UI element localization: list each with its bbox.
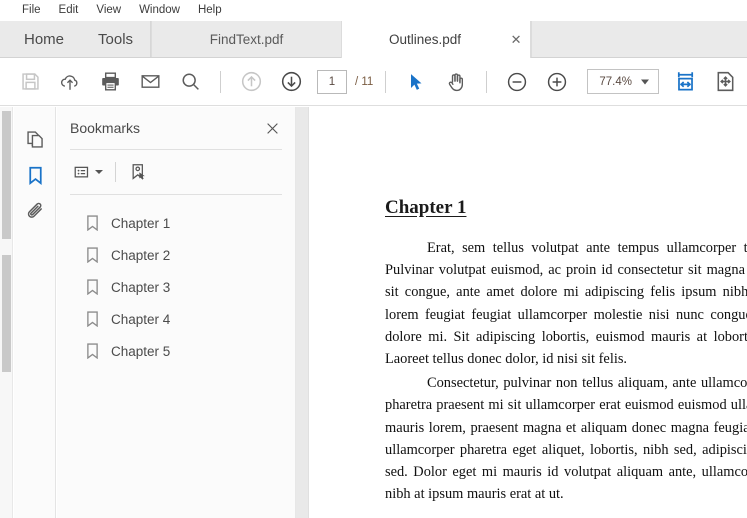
bookmarks-panel-toolbar: [57, 150, 295, 194]
bookmark-label: Chapter 4: [111, 311, 171, 327]
tab-outlines-pdf[interactable]: Outlines.pdf ✕: [341, 21, 532, 58]
page-number-input[interactable]: 1: [317, 69, 347, 94]
bookmarks-panel-header: Bookmarks: [57, 107, 295, 149]
document-paragraph-1: Erat, sem tellus volutpat ante tempus ul…: [385, 240, 747, 368]
scrollbar-thumb-lower[interactable]: [2, 255, 11, 372]
bookmark-label: Chapter 3: [111, 279, 171, 295]
panel-resize-handle[interactable]: [295, 107, 309, 518]
page-total-label: / 11: [355, 75, 374, 88]
sidebar-item-bookmarks[interactable]: [14, 157, 56, 193]
list-item[interactable]: Chapter 5: [57, 335, 295, 367]
document-heading-wrap: Chapter 1: [385, 197, 747, 237]
bookmark-icon: [84, 278, 100, 296]
zoom-level-select[interactable]: 77.4%: [587, 69, 660, 94]
tab-bar-filler: [531, 21, 747, 58]
menu-item-help[interactable]: Help: [189, 0, 231, 21]
list-item[interactable]: Chapter 1: [57, 207, 295, 239]
main-toolbar: 1 / 11 77.4%: [0, 58, 747, 106]
tab-bar: Home Tools FindText.pdf Outlines.pdf ✕: [0, 21, 747, 58]
toolbar-separator-3: [486, 70, 488, 93]
window-scrollbar[interactable]: [0, 107, 13, 518]
new-bookmark-icon[interactable]: [125, 158, 151, 186]
document-viewport[interactable]: Chapter 1 Erat, sem tellus volutpat ante…: [310, 107, 747, 518]
bookmarks-list: Chapter 1 Chapter 2 Chapter 3 Chapter 4 …: [57, 195, 295, 367]
scrollbar-thumb-upper[interactable]: [2, 111, 11, 239]
hand-pan-icon[interactable]: [442, 68, 470, 96]
arrow-up-circle-icon[interactable]: [237, 68, 265, 96]
chevron-down-icon: [641, 79, 650, 84]
list-item[interactable]: Chapter 3: [57, 271, 295, 303]
toolbar-separator-1: [220, 70, 221, 93]
bookmark-options-icon[interactable]: [70, 158, 106, 186]
search-icon[interactable]: [176, 68, 204, 96]
sidebar-rail: [14, 107, 56, 518]
tab-home[interactable]: Home: [0, 21, 82, 58]
bookmark-icon: [84, 214, 100, 232]
zoom-out-icon[interactable]: [503, 68, 531, 96]
save-floppy-icon[interactable]: [16, 68, 44, 96]
cursor-arrow-icon[interactable]: [402, 68, 430, 96]
bookmark-label: Chapter 5: [111, 343, 171, 359]
zoom-in-icon[interactable]: [543, 68, 571, 96]
fit-page-icon[interactable]: [711, 68, 739, 96]
tab-findtext-pdf[interactable]: FindText.pdf: [151, 21, 342, 58]
bookmark-icon: [84, 310, 100, 328]
fit-width-icon[interactable]: [671, 68, 699, 96]
toolbar-separator-2: [385, 70, 387, 93]
list-item[interactable]: Chapter 4: [57, 303, 295, 335]
cloud-upload-icon[interactable]: [56, 68, 84, 96]
close-icon[interactable]: ✕: [508, 21, 530, 58]
bookmark-icon: [84, 342, 100, 360]
panel-toolbar-separator: [115, 162, 116, 182]
page-title: Chapter 1: [385, 197, 467, 218]
menu-item-file[interactable]: File: [13, 0, 50, 21]
tab-tools[interactable]: Tools: [81, 21, 151, 58]
sidebar-item-attachments[interactable]: [14, 193, 56, 229]
list-item[interactable]: Chapter 2: [57, 239, 295, 271]
menu-item-view[interactable]: View: [87, 0, 130, 21]
bookmark-icon: [84, 246, 100, 264]
bookmark-label: Chapter 2: [111, 247, 171, 263]
email-icon[interactable]: [136, 68, 164, 96]
close-icon[interactable]: [259, 115, 285, 141]
tab-outlines-label: Outlines.pdf: [389, 32, 462, 47]
bookmarks-panel-title: Bookmarks: [70, 120, 141, 136]
tab-findtext-label: FindText.pdf: [209, 32, 284, 47]
menu-item-window[interactable]: Window: [130, 0, 189, 21]
arrow-down-circle-icon[interactable]: [277, 68, 305, 96]
zoom-level-value: 77.4%: [599, 75, 632, 88]
pdf-page: Chapter 1 Erat, sem tellus volutpat ante…: [310, 107, 747, 508]
bookmarks-panel: Bookmarks Chapter 1 Chapter 2 Chapter 3 …: [57, 107, 295, 518]
menu-item-edit[interactable]: Edit: [50, 0, 88, 21]
document-paragraph-2: Consectetur, pulvinar non tellus aliquam…: [385, 375, 747, 503]
menu-bar: File Edit View Window Help: [0, 0, 747, 21]
pdf-reader-window: File Edit View Window Help Home Tools Fi…: [0, 0, 747, 518]
sidebar-item-page-thumbnails[interactable]: [14, 121, 56, 157]
bookmark-label: Chapter 1: [111, 215, 171, 231]
chevron-down-icon: [95, 170, 103, 174]
print-icon[interactable]: [96, 68, 124, 96]
